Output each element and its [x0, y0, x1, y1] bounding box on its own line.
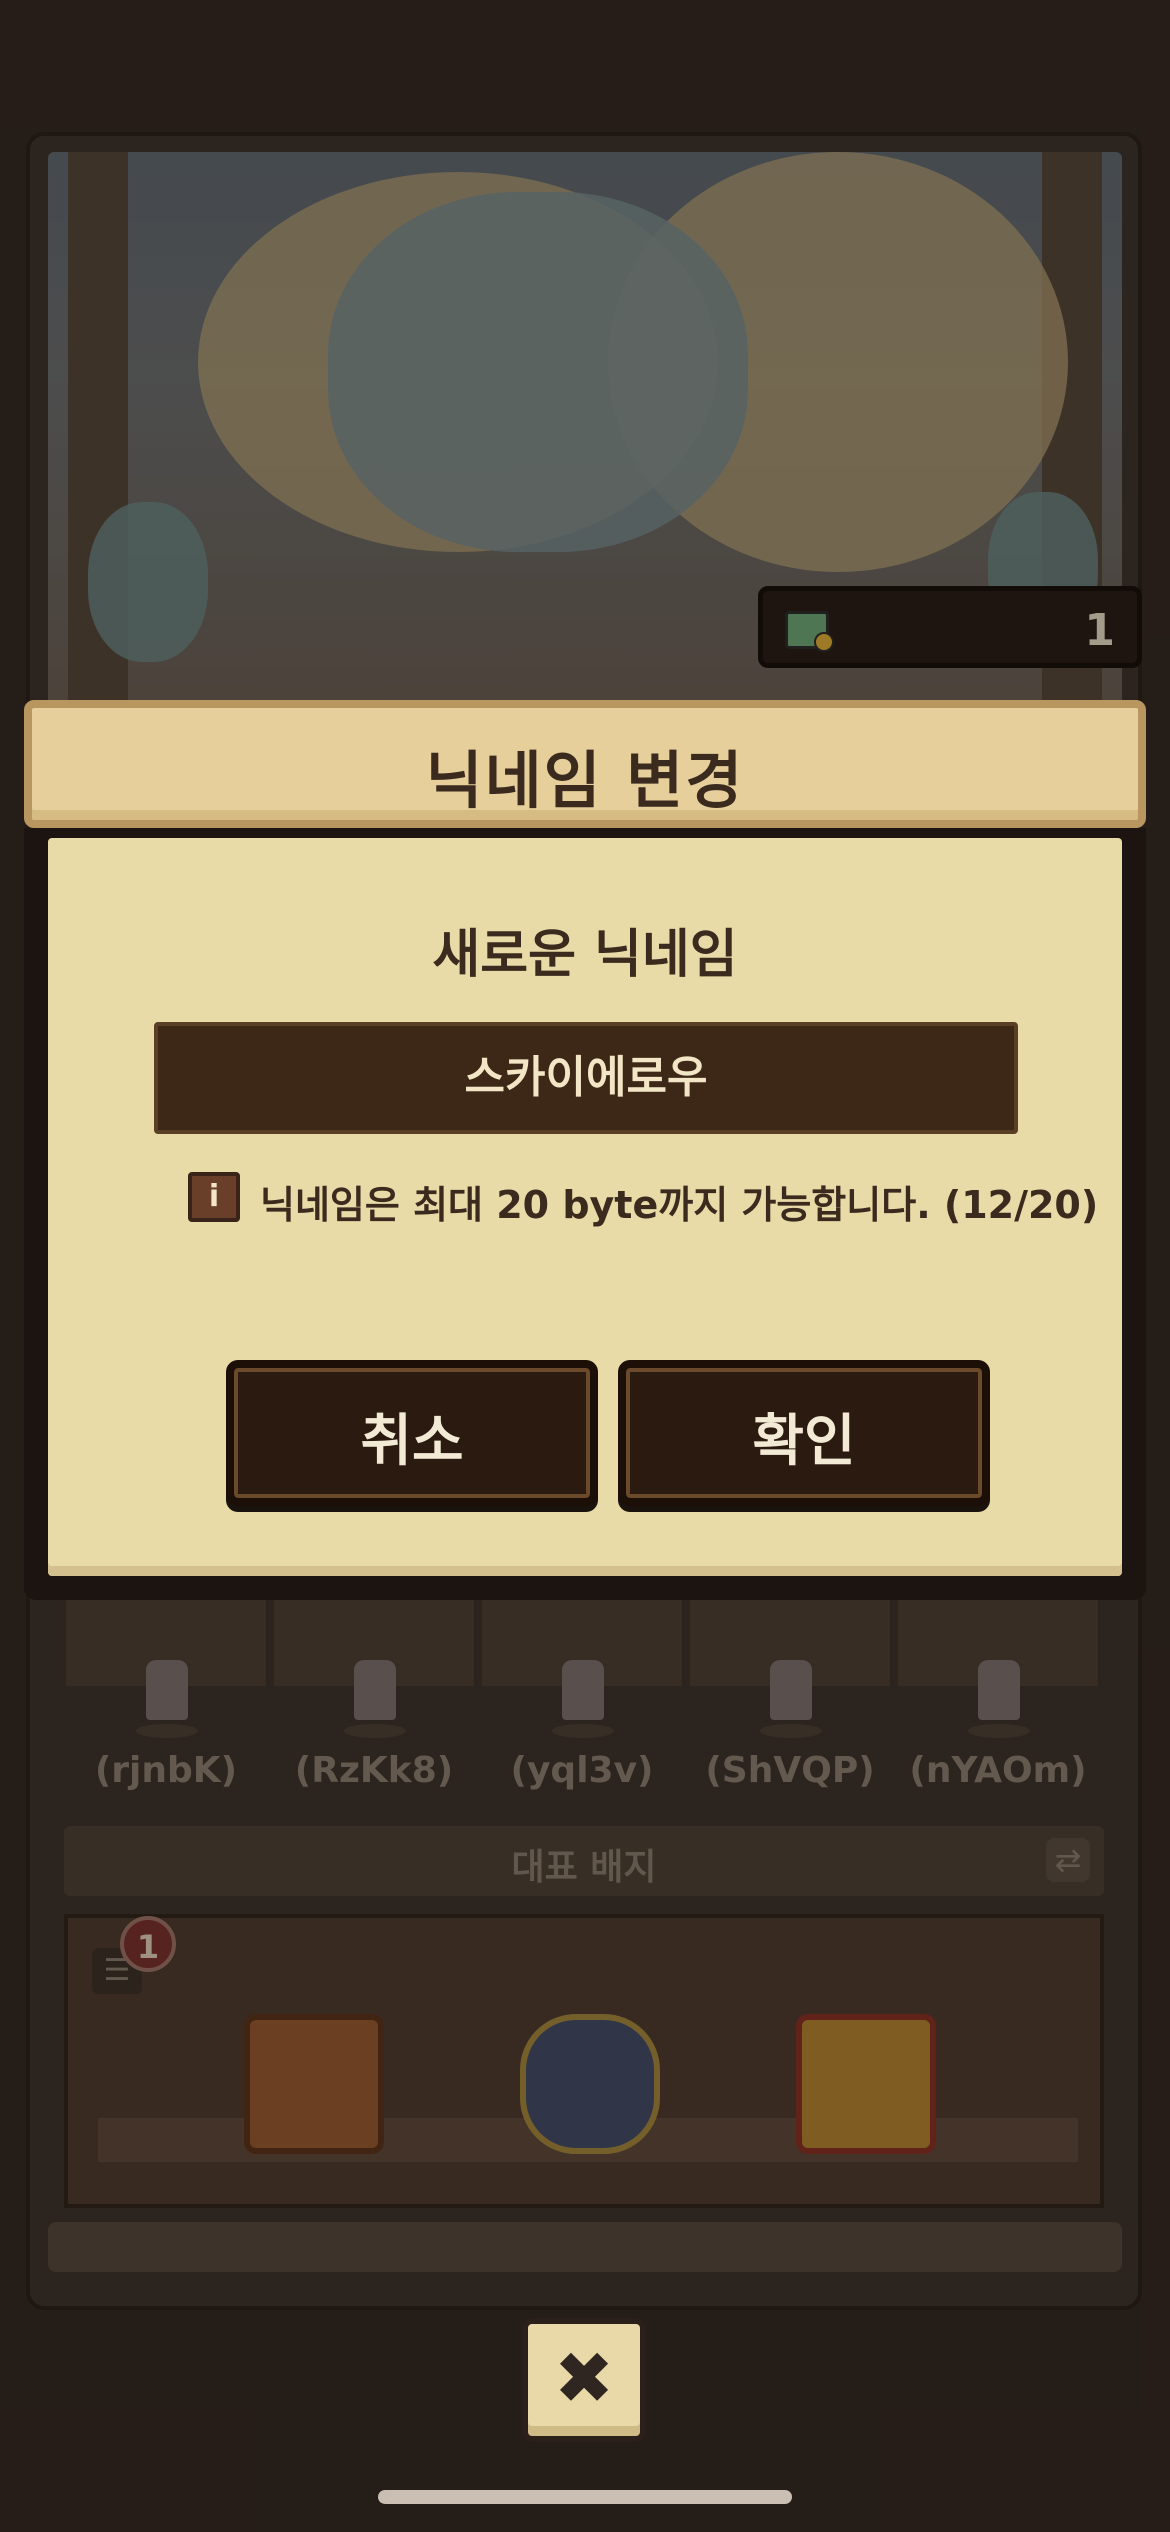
close-button[interactable]: ✖ — [522, 2318, 646, 2442]
avatar — [146, 1660, 188, 1720]
dragon-figure — [328, 192, 748, 552]
avatar-card[interactable]: (rjnbK) — [66, 1600, 269, 1800]
ticket-counter: 1 — [758, 586, 1142, 668]
ticket-icon — [785, 611, 834, 652]
notification-badge: 1 — [120, 1916, 176, 1972]
badge-section-title: 대표 배지 — [511, 1847, 657, 1888]
avatar-card[interactable]: (ShVQP) — [690, 1600, 893, 1800]
refresh-icon[interactable]: ⇄ — [1046, 1838, 1090, 1882]
avatar-name: (rjnbK) — [94, 1750, 238, 1791]
new-nickname-label: 새로운 닉네임 — [432, 925, 738, 985]
recent-visitors-row: (rjnbK) (RzKk8) (yql3v) (ShVQP) (nYAOm) — [66, 1600, 1102, 1800]
avatar-card[interactable]: (yql3v) — [482, 1600, 685, 1800]
avatar — [354, 1660, 396, 1720]
avatar-shadow — [136, 1724, 198, 1738]
badge-item-collection[interactable] — [244, 2014, 384, 2154]
confirm-button-label: 확인 — [752, 1409, 856, 1474]
close-icon: ✖ — [553, 2336, 615, 2420]
avatar-shadow — [968, 1724, 1030, 1738]
dialog-title: 닉네임 변경 — [425, 744, 745, 817]
cancel-button-label: 취소 — [360, 1409, 464, 1474]
bottom-info-strip — [48, 2222, 1122, 2272]
avatar-name: (RzKk8) — [294, 1750, 454, 1791]
nickname-input[interactable]: 스카이에로우 — [154, 1022, 1018, 1134]
avatar-shadow — [760, 1724, 822, 1738]
dialog-paper: 새로운 닉네임 스카이에로우 i 닉네임은 최대 20 byte까지 가능합니다… — [48, 838, 1122, 1576]
avatar-shadow — [344, 1724, 406, 1738]
avatar-shadow — [552, 1724, 614, 1738]
badge-item-guardian[interactable] — [520, 2014, 660, 2154]
representative-badge-header: 대표 배지 ⇄ — [64, 1826, 1104, 1896]
avatar-name: (ShVQP) — [705, 1750, 875, 1791]
avatar-card[interactable]: (RzKk8) — [274, 1600, 477, 1800]
info-icon: i — [188, 1172, 240, 1222]
lantern-left — [88, 502, 208, 662]
avatar — [562, 1660, 604, 1720]
confirm-button[interactable]: 확인 — [618, 1360, 990, 1506]
avatar — [770, 1660, 812, 1720]
avatar-name: (nYAOm) — [909, 1750, 1087, 1791]
badge-shelf: ☰ 1 — [64, 1914, 1104, 2208]
avatar — [978, 1660, 1020, 1720]
ticket-count: 1 — [1084, 605, 1115, 656]
badge-item-crown[interactable] — [796, 2014, 936, 2154]
dialog-body: 새로운 닉네임 스카이에로우 i 닉네임은 최대 20 byte까지 가능합니다… — [24, 828, 1146, 1600]
home-indicator[interactable] — [378, 2490, 792, 2504]
dialog-header: 닉네임 변경 — [24, 700, 1146, 828]
avatar-card[interactable]: (nYAOm) — [898, 1600, 1101, 1800]
nickname-limit-hint: 닉네임은 최대 20 byte까지 가능합니다. (12/20) — [260, 1183, 1099, 1227]
avatar-name: (yql3v) — [510, 1750, 654, 1791]
nickname-change-dialog: 닉네임 변경 새로운 닉네임 스카이에로우 i 닉네임은 최대 20 byte까… — [24, 700, 1146, 1600]
cancel-button[interactable]: 취소 — [226, 1360, 598, 1506]
